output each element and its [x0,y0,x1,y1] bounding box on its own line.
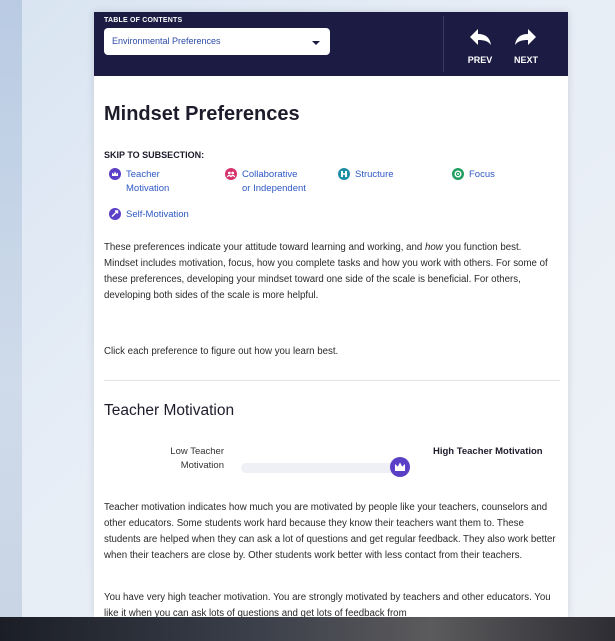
teacher-motivation-result: You have very high teacher motivation. Y… [104,592,551,617]
subsection-label-line2: or Independent [242,183,306,194]
bottom-band [0,617,615,641]
top-navigation-bar: TABLE OF CONTENTS Environmental Preferen… [94,12,568,76]
prev-button[interactable]: PREV [460,22,500,66]
crown-icon [395,462,405,471]
section-divider [104,380,560,381]
background-strip [0,0,22,641]
subsection-label-line2: Motivation [126,183,170,194]
chevron-down-icon [312,41,320,45]
arrow-left-icon [470,29,491,45]
subsection-label-line1: Collaborative [242,169,298,180]
scale-low-label: Low Teacher Motivation [170,446,224,471]
toc-label: TABLE OF CONTENTS [104,17,183,24]
next-label: NEXT [513,55,538,65]
prev-label: PREV [467,55,493,65]
self-motivation-icon [109,208,121,220]
report-panel: TABLE OF CONTENTS Environmental Preferen… [94,12,568,617]
instruction-text: Click each preference to figure out how … [104,346,339,357]
scale-marker[interactable] [390,457,410,477]
subsection-label: Focus [469,169,495,180]
subsection-label: Self-Motivation [126,209,189,220]
scale-high-label: High Teacher Motivation [433,446,543,457]
focus-icon [452,168,464,180]
intro-paragraph: These preferences indicate your attitude… [104,242,548,301]
teacher-motivation-description: Teacher motivation indicates how much yo… [104,502,556,561]
arrow-right-icon [515,29,536,45]
subsection-label: Structure [355,169,394,180]
group-icon [225,168,237,180]
skip-to-subsection-label: SKIP TO SUBSECTION: [104,150,205,160]
toc-dropdown[interactable]: Environmental Preferences [104,28,330,55]
structure-icon [338,168,350,180]
crown-icon [109,168,121,180]
nav-divider [443,16,444,72]
toc-selected-value: Environmental Preferences [112,36,221,46]
preference-scale-track[interactable] [241,463,401,473]
page-title: Mindset Preferences [104,103,300,125]
subsection-title: Teacher Motivation [104,402,235,419]
next-button[interactable]: NEXT [506,22,546,66]
subsection-label-line1: Teacher [126,169,160,180]
